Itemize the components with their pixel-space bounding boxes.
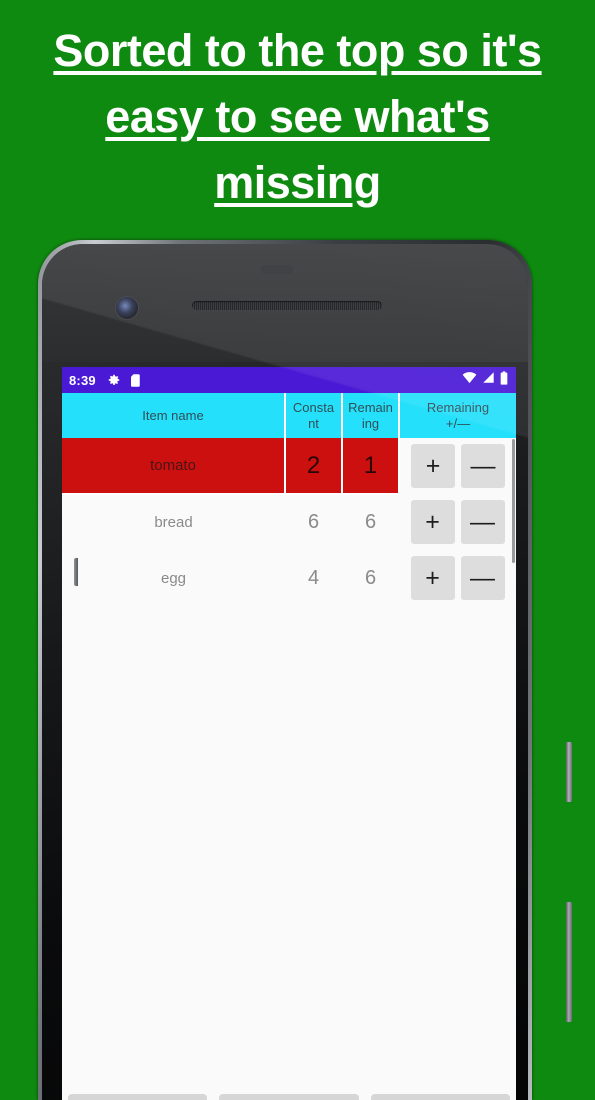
phone-body: 8:39 Item name Consta nt Remain ing Rema…	[42, 244, 528, 1100]
phone-mockup: 8:39 Item name Consta nt Remain ing Rema…	[38, 240, 572, 1100]
earpiece-speaker-grille	[192, 301, 382, 310]
controls-group: + —	[400, 444, 516, 488]
power-button[interactable]	[566, 742, 572, 802]
cell-remaining: 1	[342, 438, 400, 495]
cell-item-name: bread	[154, 514, 193, 531]
volume-button[interactable]	[566, 902, 572, 1022]
front-camera-icon	[116, 297, 138, 319]
signal-icon	[482, 371, 495, 389]
column-header-constant-line1: Consta	[292, 399, 335, 415]
promo-line-3: missing	[214, 157, 381, 208]
decrement-button[interactable]: —	[461, 444, 505, 488]
promo-line-2: easy to see what's	[105, 91, 490, 142]
promo-line-1: Sorted to the top so it's	[53, 25, 542, 76]
table-row[interactable]: bread 6 6 + —	[62, 494, 516, 550]
status-bar: 8:39	[62, 367, 516, 393]
bottom-action-button-1[interactable]	[68, 1094, 208, 1100]
list-scrollbar[interactable]	[512, 439, 515, 563]
column-header-item-name[interactable]: Item name	[62, 393, 286, 438]
increment-button[interactable]: +	[410, 556, 455, 600]
column-header-remaining-line1: Remain	[348, 399, 393, 415]
promo-headline: Sorted to the top so it's easy to see wh…	[0, 0, 595, 232]
column-header-item-name-text: Item name	[142, 407, 204, 423]
controls-group: + —	[399, 556, 516, 600]
cell-controls: + —	[399, 494, 516, 550]
cell-remaining: 6	[364, 511, 377, 533]
column-header-remaining-line2: ing	[361, 415, 380, 431]
column-header-remaining-controls-line1: Remaining	[426, 399, 490, 415]
sd-card-icon	[130, 373, 141, 387]
cell-constant: 4	[307, 566, 320, 589]
sim-tray	[74, 558, 78, 586]
phone-screen: 8:39 Item name Consta nt Remain ing Rema…	[62, 367, 516, 1100]
table-header-row: Item name Consta nt Remain ing Remaining	[62, 393, 516, 438]
status-bar-right-icons	[462, 370, 508, 390]
column-header-constant[interactable]: Consta nt	[285, 393, 343, 438]
bottom-action-bar	[62, 1090, 516, 1100]
status-bar-clock: 8:39	[69, 372, 96, 388]
cell-constant: 6	[307, 511, 320, 533]
cell-controls: + —	[399, 438, 516, 494]
table-row[interactable]: egg 4 6 + —	[62, 550, 516, 606]
increment-button[interactable]: +	[410, 500, 455, 544]
gear-icon	[107, 373, 121, 387]
wifi-icon	[462, 371, 477, 389]
cell-constant: 2	[285, 438, 343, 495]
cell-item-name: egg	[160, 569, 187, 587]
sensor-slot	[261, 265, 293, 274]
battery-icon	[500, 370, 508, 390]
table-row[interactable]: tomato 2 1 + —	[62, 438, 516, 495]
cell-controls: + —	[399, 550, 516, 606]
cell-item-name: tomato	[62, 438, 286, 495]
cell-remaining: 6	[364, 566, 377, 589]
inventory-table: Item name Consta nt Remain ing Remaining	[62, 393, 516, 606]
table-header: Item name Consta nt Remain ing Remaining	[62, 393, 516, 438]
increment-button[interactable]: +	[411, 444, 455, 488]
table-body: tomato 2 1 + — bread 6 6 + — egg 4 6 + —	[62, 438, 516, 606]
decrement-button[interactable]: —	[460, 556, 505, 600]
decrement-button[interactable]: —	[460, 500, 505, 544]
bottom-action-button-2[interactable]	[219, 1094, 359, 1100]
column-header-constant-line2: nt	[308, 415, 319, 431]
column-header-remaining-controls[interactable]: Remaining +/—	[399, 393, 516, 438]
bottom-action-button-3[interactable]	[370, 1094, 510, 1100]
column-header-remaining-controls-line2: +/—	[445, 415, 471, 431]
controls-group: + —	[399, 500, 516, 544]
column-header-remaining[interactable]: Remain ing	[342, 393, 400, 438]
